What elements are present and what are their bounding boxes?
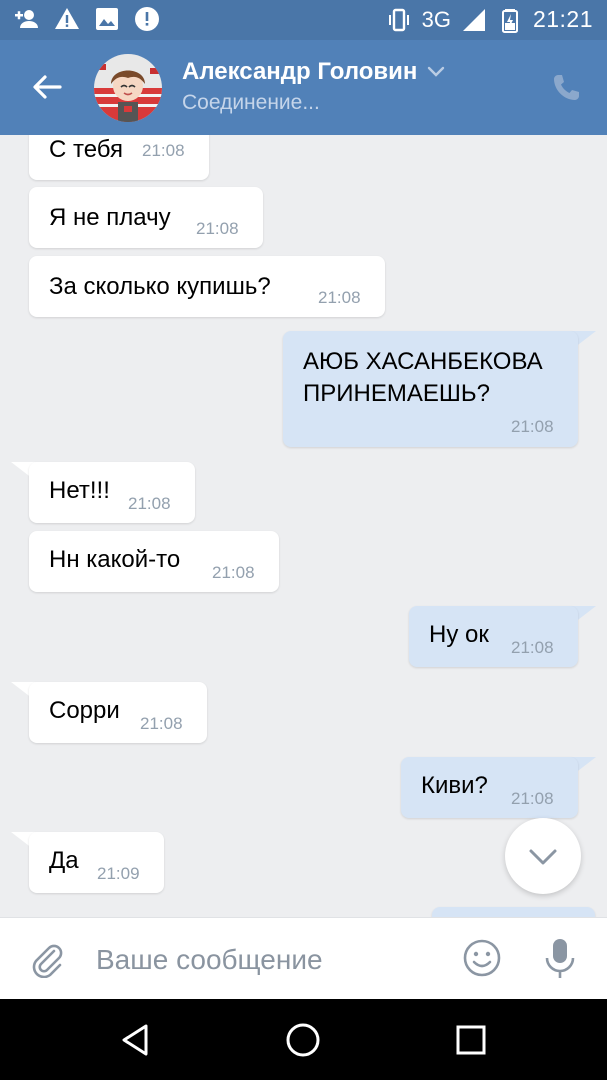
phone-icon[interactable] <box>550 72 582 104</box>
contact-name-text: Александр Головин <box>182 58 418 85</box>
status-bar: 3G 21:21 <box>0 0 607 40</box>
microphone-icon[interactable] <box>542 936 578 980</box>
paperclip-icon[interactable] <box>28 940 66 978</box>
network-type: 3G <box>421 6 451 32</box>
message-text: Нн какой-то <box>49 546 181 573</box>
alert-icon <box>135 7 159 31</box>
message-text: Киви? <box>421 772 488 799</box>
message-incoming[interactable]: Я не плачу 21:08 <box>29 187 263 248</box>
warning-icon <box>55 8 79 29</box>
message-time: 21:08 <box>511 638 554 657</box>
message-text-line2: ПРИНЕМАЕШЬ? <box>303 380 490 407</box>
message-text: Я не плачу <box>49 204 171 231</box>
message-incoming[interactable]: Да 21:09 <box>29 832 164 893</box>
message-text: Нет!!! <box>49 477 110 504</box>
nav-recents-icon[interactable] <box>452 1021 490 1059</box>
chat-header: Александр Головин Соединение... <box>0 40 607 135</box>
scroll-down-button[interactable] <box>505 818 581 894</box>
vibrate-icon <box>388 8 409 31</box>
message-time: 21:08 <box>318 288 361 307</box>
message-outgoing[interactable]: Ну ок 21:08 <box>409 606 578 667</box>
message-input[interactable]: Ваше сообщение <box>96 940 436 980</box>
message-incoming[interactable]: Нн какой-то 21:08 <box>29 531 279 592</box>
message-incoming[interactable]: За сколько купишь? 21:08 <box>29 256 385 317</box>
chevron-down-icon <box>529 849 557 865</box>
message-time: 21:08 <box>511 417 554 436</box>
message-text: Ну ок <box>429 621 489 648</box>
message-time: 21:08 <box>142 141 185 160</box>
image-icon <box>96 8 118 30</box>
contact-name[interactable]: Александр Головин <box>182 58 445 86</box>
message-text: За сколько купишь? <box>49 273 271 300</box>
avatar-image <box>94 54 162 122</box>
message-list[interactable]: С тебя 21:08 Я не плачу 21:08 За сколько… <box>0 135 607 917</box>
message-time: 21:08 <box>196 219 239 238</box>
message-time: 21:09 <box>97 864 140 883</box>
emoji-icon[interactable] <box>462 938 502 978</box>
battery-icon <box>501 8 518 33</box>
add-person-icon <box>15 10 38 28</box>
composer: Ваше сообщение <box>0 917 607 1000</box>
message-text: С тебя <box>49 136 124 163</box>
nav-home-icon[interactable] <box>284 1021 322 1059</box>
message-text-line1: АЮБ ХАСАНБЕКОВА <box>303 348 543 375</box>
system-nav-bar <box>0 999 607 1080</box>
message-incoming[interactable]: Сорри 21:08 <box>29 682 207 743</box>
message-incoming[interactable]: С тебя 21:08 <box>29 135 209 180</box>
chevron-down-icon[interactable] <box>427 66 445 78</box>
avatar[interactable] <box>94 54 162 122</box>
message-time: 21:08 <box>511 789 554 808</box>
back-arrow-icon[interactable] <box>30 70 64 104</box>
message-time: 21:08 <box>212 563 255 582</box>
connection-status: Соединение... <box>182 91 320 114</box>
nav-back-icon[interactable] <box>116 1021 154 1059</box>
clock: 21:21 <box>532 6 593 32</box>
message-text: Да <box>49 847 79 874</box>
message-text: Сорри <box>49 697 120 724</box>
message-time: 21:08 <box>128 494 171 513</box>
message-incoming[interactable]: Нет!!! 21:08 <box>29 462 195 523</box>
signal-icon <box>462 8 485 31</box>
message-outgoing-partial[interactable] <box>432 907 595 917</box>
message-outgoing[interactable]: АЮБ ХАСАНБЕКОВА ПРИНЕМАЕШЬ? 21:08 <box>283 331 578 447</box>
message-outgoing[interactable]: Киви? 21:08 <box>401 757 578 818</box>
message-time: 21:08 <box>140 714 183 733</box>
